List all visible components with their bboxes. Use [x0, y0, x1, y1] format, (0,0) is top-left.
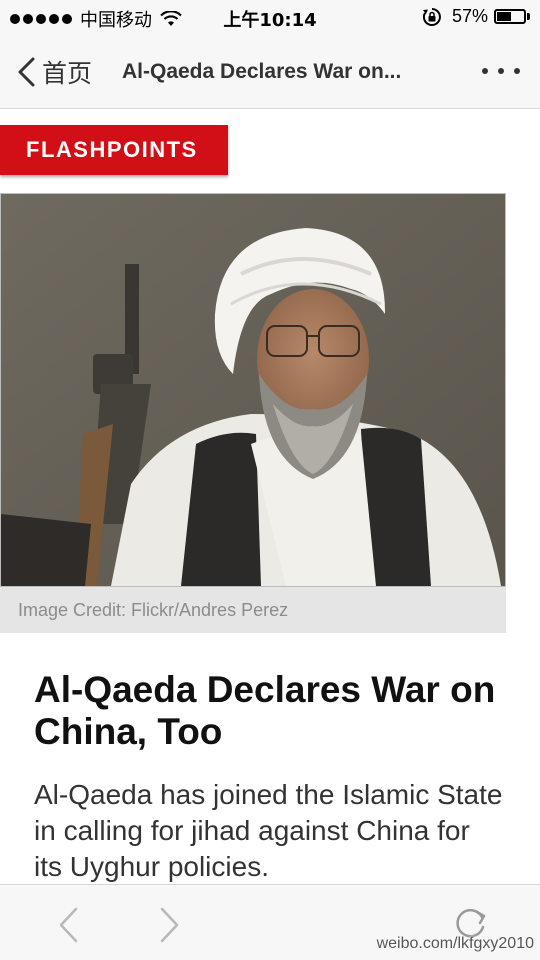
forward-chevron-icon[interactable]: [158, 905, 182, 945]
article-content: FLASHPOINTS Image Credit: Flickr/Andres …: [0, 109, 540, 884]
article-headline: Al-Qaeda Declares War on China, Too: [34, 669, 496, 752]
image-credit: Image Credit: Flickr/Andres Perez: [0, 587, 506, 633]
status-right: 57%: [422, 6, 530, 27]
section-tag[interactable]: FLASHPOINTS: [0, 125, 228, 175]
bottom-toolbar: weibo.com/lkfgxy2010: [0, 884, 540, 960]
back-button[interactable]: 首页: [16, 54, 92, 90]
back-chevron-icon[interactable]: [56, 905, 80, 945]
watermark-text: weibo.com/lkfgxy2010: [376, 935, 534, 952]
battery-percent: 57%: [451, 6, 488, 26]
back-label: 首页: [42, 59, 93, 88]
battery-nub: [527, 13, 530, 20]
article-image-block: Image Credit: Flickr/Andres Perez: [0, 193, 506, 633]
battery-icon: [494, 9, 526, 24]
status-bar: 中国移动 上午10:14 57%: [0, 0, 540, 36]
navigation-bar: 首页 Al-Qaeda Declares War on...: [0, 36, 540, 109]
more-dots-icon[interactable]: [482, 68, 520, 74]
screen: 中国移动 上午10:14 57% 首页 Al-Qaeda Declares Wa…: [0, 0, 540, 960]
back-chevron-icon: [18, 57, 35, 87]
rotation-lock-icon: [422, 7, 441, 26]
battery-fill: [497, 12, 511, 21]
article-summary: Al-Qaeda has joined the Islamic State in…: [34, 779, 503, 882]
article-photo: [0, 193, 506, 587]
page-title: Al-Qaeda Declares War on...: [122, 60, 402, 83]
